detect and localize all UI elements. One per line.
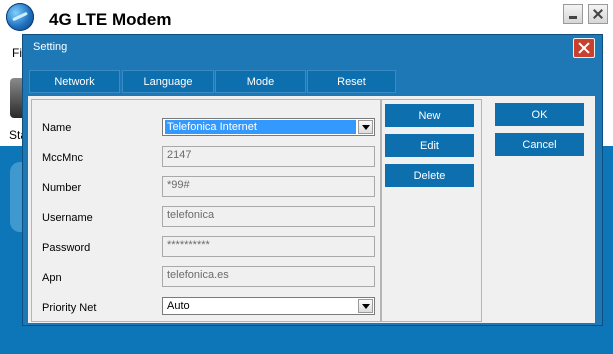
- app-title-bar: 4G LTE Modem: [0, 0, 613, 36]
- username-field[interactable]: telefonica: [162, 206, 375, 227]
- tab-network[interactable]: Network: [29, 70, 120, 93]
- chevron-down-icon[interactable]: [358, 120, 373, 134]
- minimize-icon[interactable]: [563, 4, 583, 24]
- globe-logo-icon: [6, 3, 34, 31]
- priority-net-select[interactable]: Auto: [162, 297, 375, 315]
- priority-net-label: Priority Net: [42, 302, 97, 314]
- chevron-down-icon[interactable]: [358, 299, 373, 313]
- window-close-icon[interactable]: [588, 4, 608, 24]
- mccmnc-label: MccMnc: [42, 152, 83, 164]
- dialog-title: Setting: [33, 41, 68, 53]
- priority-net-value: Auto: [167, 300, 190, 312]
- profile-form-panel: Name Telefonica Internet MccMnc 2147 Num…: [31, 99, 381, 322]
- mccmnc-field[interactable]: 2147: [162, 146, 375, 167]
- number-field[interactable]: *99#: [162, 176, 375, 197]
- tab-language[interactable]: Language: [122, 70, 214, 93]
- edit-profile-button[interactable]: Edit: [385, 134, 474, 157]
- number-label: Number: [42, 182, 82, 194]
- cancel-button[interactable]: Cancel: [495, 133, 584, 156]
- name-label: Name: [42, 122, 72, 134]
- apn-field[interactable]: telefonica.es: [162, 266, 375, 287]
- ok-button[interactable]: OK: [495, 103, 584, 126]
- profile-name-value: Telefonica Internet: [165, 120, 356, 134]
- apn-label: Apn: [42, 272, 62, 284]
- tab-mode[interactable]: Mode: [215, 70, 306, 93]
- app-menu-file[interactable]: Fi: [12, 46, 22, 60]
- password-label: Password: [42, 242, 91, 254]
- tab-reset[interactable]: Reset: [307, 70, 396, 93]
- username-label: Username: [42, 212, 93, 224]
- dialog-close-icon[interactable]: [573, 38, 595, 58]
- password-field[interactable]: **********: [162, 236, 375, 257]
- new-profile-button[interactable]: New: [385, 104, 474, 127]
- profile-buttons-panel: New Edit Delete: [381, 99, 482, 322]
- dialog-body: Name Telefonica Internet MccMnc 2147 Num…: [28, 96, 595, 323]
- settings-dialog: Setting Network Language Mode Reset Name…: [22, 34, 603, 326]
- profile-name-select[interactable]: Telefonica Internet: [162, 118, 375, 136]
- delete-profile-button[interactable]: Delete: [385, 164, 474, 187]
- app-title: 4G LTE Modem: [49, 10, 172, 29]
